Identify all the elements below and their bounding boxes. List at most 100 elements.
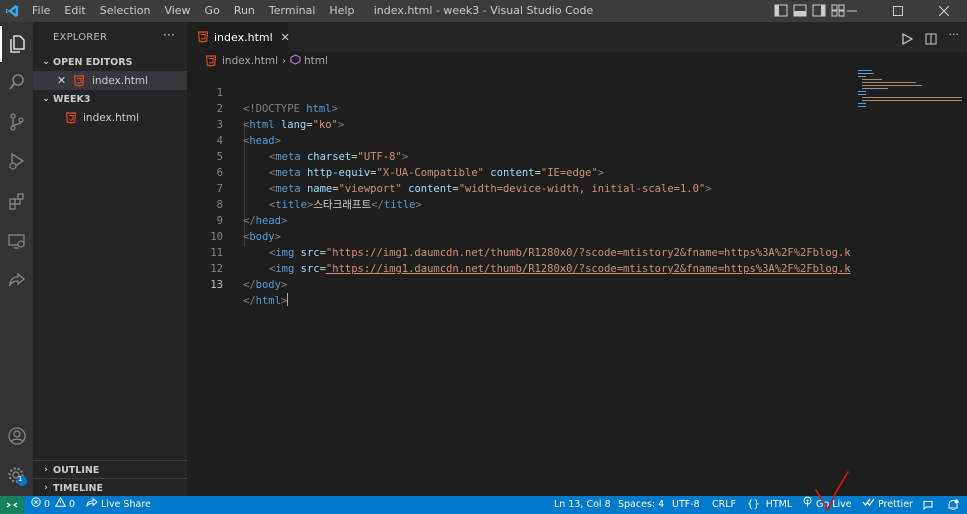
code-line: 1 <!DOCTYPE html> (187, 69, 856, 115)
token: > (280, 279, 288, 291)
breadcrumb-symbol[interactable]: html (304, 55, 328, 67)
remote-explorer-icon[interactable] (0, 223, 33, 259)
text-cursor (287, 293, 289, 306)
source-control-icon[interactable] (0, 104, 33, 140)
vscode-logo-icon (0, 0, 24, 22)
menu-help[interactable]: Help (322, 0, 361, 22)
warning-icon (54, 496, 67, 514)
menu-go[interactable]: Go (198, 0, 227, 22)
toggle-secondary-sidebar-icon[interactable] (812, 4, 826, 17)
html-file-icon (197, 31, 209, 43)
extensions-icon[interactable] (0, 183, 33, 219)
maximize-icon[interactable] (875, 0, 921, 22)
feedback-icon[interactable] (922, 496, 934, 514)
folder-name: WEEK3 (53, 93, 91, 105)
token: body (255, 279, 281, 291)
line-number: 13 (210, 279, 223, 291)
symbol-icon (290, 54, 301, 68)
open-editors-label: OPEN EDITORS (53, 56, 133, 68)
live-share-label: Live Share (101, 499, 151, 510)
file-encoding[interactable]: UTF-8 (672, 496, 700, 514)
cursor-position[interactable]: Ln 13, Col 8 (554, 496, 611, 514)
live-share-button[interactable]: Live Share (86, 496, 151, 514)
token: </ (243, 295, 256, 307)
menu-view[interactable]: View (157, 0, 197, 22)
explorer-title: EXPLORER (53, 32, 108, 43)
timeline-section[interactable]: › TIMELINE (33, 478, 187, 497)
manage-gear-icon[interactable]: 1 (0, 458, 33, 494)
tab-index-html[interactable]: index.html ✕ (187, 22, 290, 52)
notifications-bell-icon[interactable] (947, 496, 959, 514)
prettier-label: Prettier (878, 499, 913, 510)
problems-indicator[interactable]: 0 0 (31, 496, 75, 514)
code-line: 12 </body> (187, 245, 856, 291)
code-editor[interactable]: 1 <!DOCTYPE html> 2 <html lang="ko"> 3 <… (187, 69, 856, 489)
open-editors-section[interactable]: ⌄ OPEN EDITORS (33, 53, 187, 71)
code-line: 4 <meta charset="UTF-8"> (187, 117, 856, 163)
outline-label: OUTLINE (53, 464, 100, 476)
folder-file-item[interactable]: index.html (33, 108, 187, 127)
line-ending[interactable]: CRLF (712, 496, 736, 514)
tab-label: index.html (214, 30, 273, 44)
folder-week3[interactable]: ⌄ WEEK3 (33, 90, 187, 108)
code-line: 5 <meta http-equiv="X-UA-Compatible" con… (187, 133, 856, 179)
close-icon[interactable]: ✕ (57, 74, 71, 87)
open-editor-item[interactable]: ✕ index.html (33, 71, 187, 90)
timeline-label: TIMELINE (53, 482, 103, 494)
chevron-right-icon: › (281, 55, 286, 67)
live-share-icon (86, 496, 98, 514)
error-icon (31, 496, 41, 514)
error-count: 0 (44, 499, 51, 510)
menu-file[interactable]: File (24, 0, 57, 22)
chevron-right-icon: › (44, 465, 48, 475)
split-editor-icon[interactable] (925, 30, 937, 49)
editor-area: index.html ✕ ··· index.html › html 1 <!D… (187, 22, 967, 496)
double-check-icon (862, 496, 875, 514)
warning-count: 0 (69, 499, 76, 510)
code-line: 9 <body> (187, 197, 856, 243)
code-line: 6 <meta name="viewport" content="width=d… (187, 149, 856, 195)
notification-count-badge: 1 (18, 475, 23, 483)
window-controls (829, 0, 967, 22)
menu-bar: File Edit Selection View Go Run Terminal… (24, 0, 361, 22)
code-line: 3 <head> (187, 101, 856, 147)
html-file-icon (205, 55, 217, 67)
run-debug-icon[interactable] (0, 143, 33, 179)
html-file-icon (73, 74, 85, 87)
braces-icon: {} (747, 499, 760, 510)
breadcrumb-file[interactable]: index.html (222, 55, 278, 67)
code-line: 10 <img src="https://img1.daumcdn.net/th… (187, 213, 856, 259)
menu-edit[interactable]: Edit (57, 0, 92, 22)
accounts-icon[interactable] (0, 418, 33, 454)
language-mode[interactable]: {} HTML (747, 496, 792, 514)
prettier-button[interactable]: Prettier (862, 496, 913, 514)
toggle-panel-icon[interactable] (793, 4, 807, 17)
folder-filename: index.html (83, 111, 139, 124)
explorer-header: EXPLORER ··· (33, 22, 187, 53)
vscode-window: File Edit Selection View Go Run Terminal… (0, 0, 967, 514)
menu-selection[interactable]: Selection (93, 0, 158, 22)
close-tab-icon[interactable]: ✕ (281, 31, 290, 44)
chevron-right-icon: › (44, 483, 48, 493)
more-actions-icon[interactable]: ··· (163, 28, 175, 42)
menu-terminal[interactable]: Terminal (262, 0, 323, 22)
menu-run[interactable]: Run (227, 0, 262, 22)
live-share-icon[interactable] (0, 262, 33, 298)
code-line: 8 </head> (187, 181, 856, 227)
outline-section[interactable]: › OUTLINE (33, 460, 187, 479)
minimize-icon[interactable] (829, 0, 875, 22)
code-line: 2 <html lang="ko"> (187, 85, 856, 131)
minimap[interactable] (856, 69, 967, 496)
token: html (255, 295, 281, 307)
indentation[interactable]: Spaces: 4 (618, 496, 664, 514)
close-window-icon[interactable] (921, 0, 967, 22)
more-actions-icon[interactable]: ··· (949, 29, 960, 49)
editor-actions: ··· (901, 29, 960, 49)
code-line: 7 <title>스타크래프트</title> (187, 165, 856, 211)
explorer-icon[interactable] (0, 26, 33, 62)
run-icon[interactable] (901, 30, 913, 49)
toggle-sidebar-icon[interactable] (774, 4, 788, 17)
search-icon[interactable] (0, 64, 33, 100)
remote-indicator-icon[interactable] (0, 496, 24, 514)
activity-bar: 1 (0, 22, 33, 496)
